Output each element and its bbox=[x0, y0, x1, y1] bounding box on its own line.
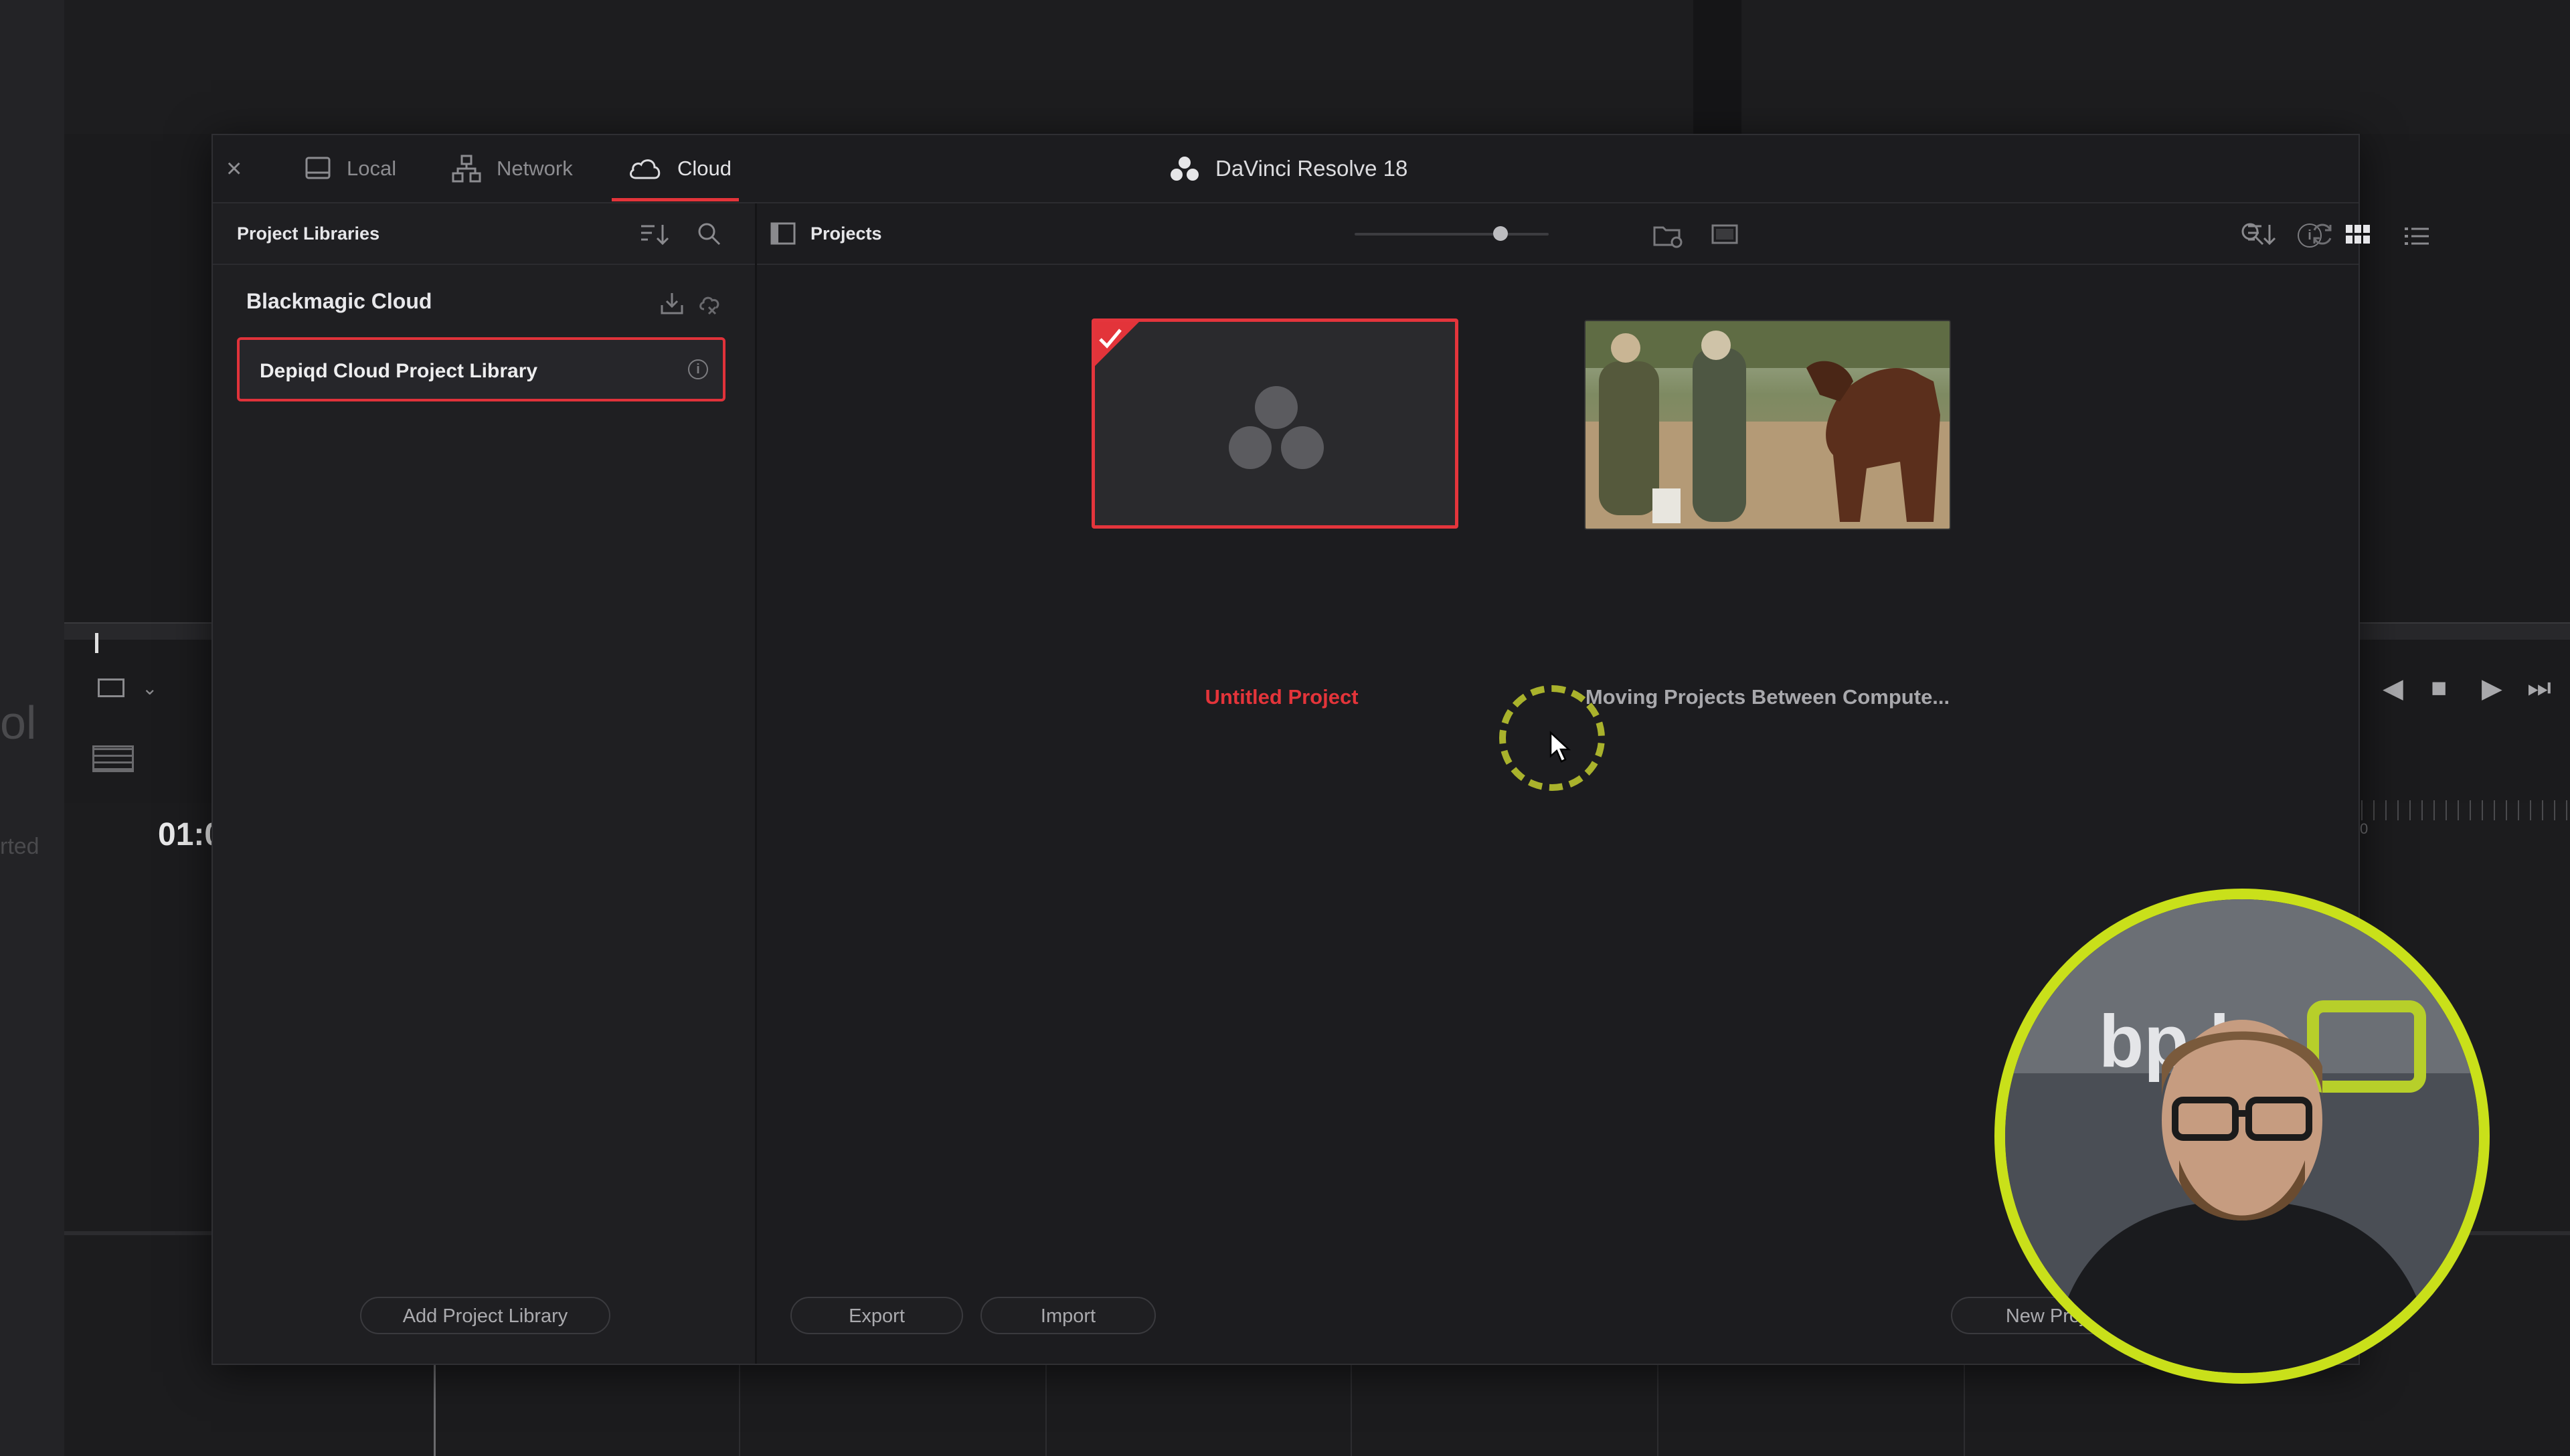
download-icon[interactable] bbox=[659, 290, 685, 317]
thumbnail-size-icon[interactable] bbox=[1711, 223, 1738, 245]
project-thumbnail-moving[interactable] bbox=[1584, 320, 1951, 530]
blackmagic-cloud-heading: Blackmagic Cloud bbox=[246, 289, 432, 313]
tab-local-label: Local bbox=[347, 157, 397, 180]
grid-view-icon[interactable] bbox=[2344, 223, 2371, 246]
background-playhead-marker bbox=[95, 633, 98, 653]
projects-title: Projects bbox=[810, 223, 882, 244]
background-partial-text: ol bbox=[0, 697, 37, 749]
timeline-playhead[interactable] bbox=[434, 1365, 436, 1456]
background-divider bbox=[1693, 0, 1741, 141]
previous-icon[interactable]: ◀ bbox=[2383, 673, 2403, 704]
drive-icon bbox=[305, 157, 331, 179]
tab-network[interactable]: Network bbox=[451, 135, 573, 202]
stop-icon[interactable]: ■ bbox=[2431, 673, 2447, 703]
davinci-logo-icon bbox=[1171, 157, 1199, 181]
ruler-label: 0 bbox=[2360, 820, 2369, 837]
play-icon[interactable]: ▶ bbox=[2482, 673, 2502, 704]
libraries-title: Project Libraries bbox=[237, 223, 380, 244]
skip-end-icon[interactable]: ⏭ bbox=[2527, 673, 2551, 703]
new-folder-icon[interactable] bbox=[1652, 222, 1683, 249]
davinci-placeholder-icon bbox=[1229, 386, 1324, 469]
project-libraries-pane: Project Libraries Blackmagic Cloud Depiq… bbox=[213, 203, 757, 1364]
project-name-untitled[interactable]: Untitled Project bbox=[1074, 685, 1489, 709]
library-item-label: Depiqd Cloud Project Library bbox=[260, 360, 538, 382]
active-tab-indicator bbox=[612, 198, 739, 201]
cloud-icon bbox=[630, 159, 661, 179]
library-item-depiqd[interactable]: Depiqd Cloud Project Library i bbox=[237, 337, 725, 401]
info-icon[interactable]: i bbox=[688, 359, 708, 379]
search-icon[interactable] bbox=[696, 221, 723, 248]
libraries-header: Project Libraries bbox=[213, 203, 755, 265]
background-viewer bbox=[64, 0, 2570, 134]
clip-view-icon[interactable] bbox=[98, 678, 124, 697]
horse-scene-image bbox=[1586, 321, 1950, 529]
dialog-titlebar: × Local Network Cloud DaVinci Resolve 18 bbox=[213, 135, 2359, 203]
close-icon[interactable]: × bbox=[226, 154, 242, 184]
refresh-icon[interactable] bbox=[2309, 221, 2336, 248]
timeline-view-icon[interactable] bbox=[92, 745, 134, 772]
zoom-slider-track[interactable] bbox=[1355, 233, 1549, 236]
projects-toolbar: Projects i bbox=[757, 203, 2370, 265]
search-projects-icon[interactable] bbox=[2239, 221, 2266, 248]
chevron-down-icon[interactable]: ⌄ bbox=[142, 677, 157, 699]
timeline-ruler bbox=[2361, 800, 2570, 820]
add-project-library-button[interactable]: Add Project Library bbox=[360, 1297, 610, 1334]
sort-icon[interactable] bbox=[638, 221, 671, 248]
project-name-moving[interactable]: Moving Projects Between Compute... bbox=[1560, 685, 1975, 709]
project-thumbnail-untitled[interactable] bbox=[1092, 318, 1458, 529]
sidebar-toggle-icon[interactable] bbox=[770, 222, 796, 245]
app-title: DaVinci Resolve 18 bbox=[1169, 135, 1407, 202]
network-icon bbox=[452, 155, 481, 183]
tab-network-label: Network bbox=[497, 157, 573, 180]
zoom-slider-knob[interactable] bbox=[1493, 226, 1508, 241]
import-button[interactable]: Import bbox=[980, 1297, 1156, 1334]
export-button[interactable]: Export bbox=[790, 1297, 963, 1334]
mouse-cursor-icon bbox=[1549, 731, 1571, 763]
tab-local[interactable]: Local bbox=[304, 135, 396, 202]
app-title-text: DaVinci Resolve 18 bbox=[1215, 156, 1408, 181]
background-partial-text-2: rted bbox=[0, 834, 39, 859]
webcam-overlay: bp b bbox=[1994, 889, 2490, 1384]
disconnect-cloud-icon[interactable] bbox=[697, 292, 723, 317]
tab-cloud[interactable]: Cloud bbox=[628, 135, 732, 202]
list-view-icon[interactable] bbox=[2403, 225, 2430, 248]
presenter-video: bp b bbox=[2005, 899, 2479, 1373]
selected-check-badge bbox=[1095, 322, 1139, 366]
tab-cloud-label: Cloud bbox=[677, 157, 732, 180]
